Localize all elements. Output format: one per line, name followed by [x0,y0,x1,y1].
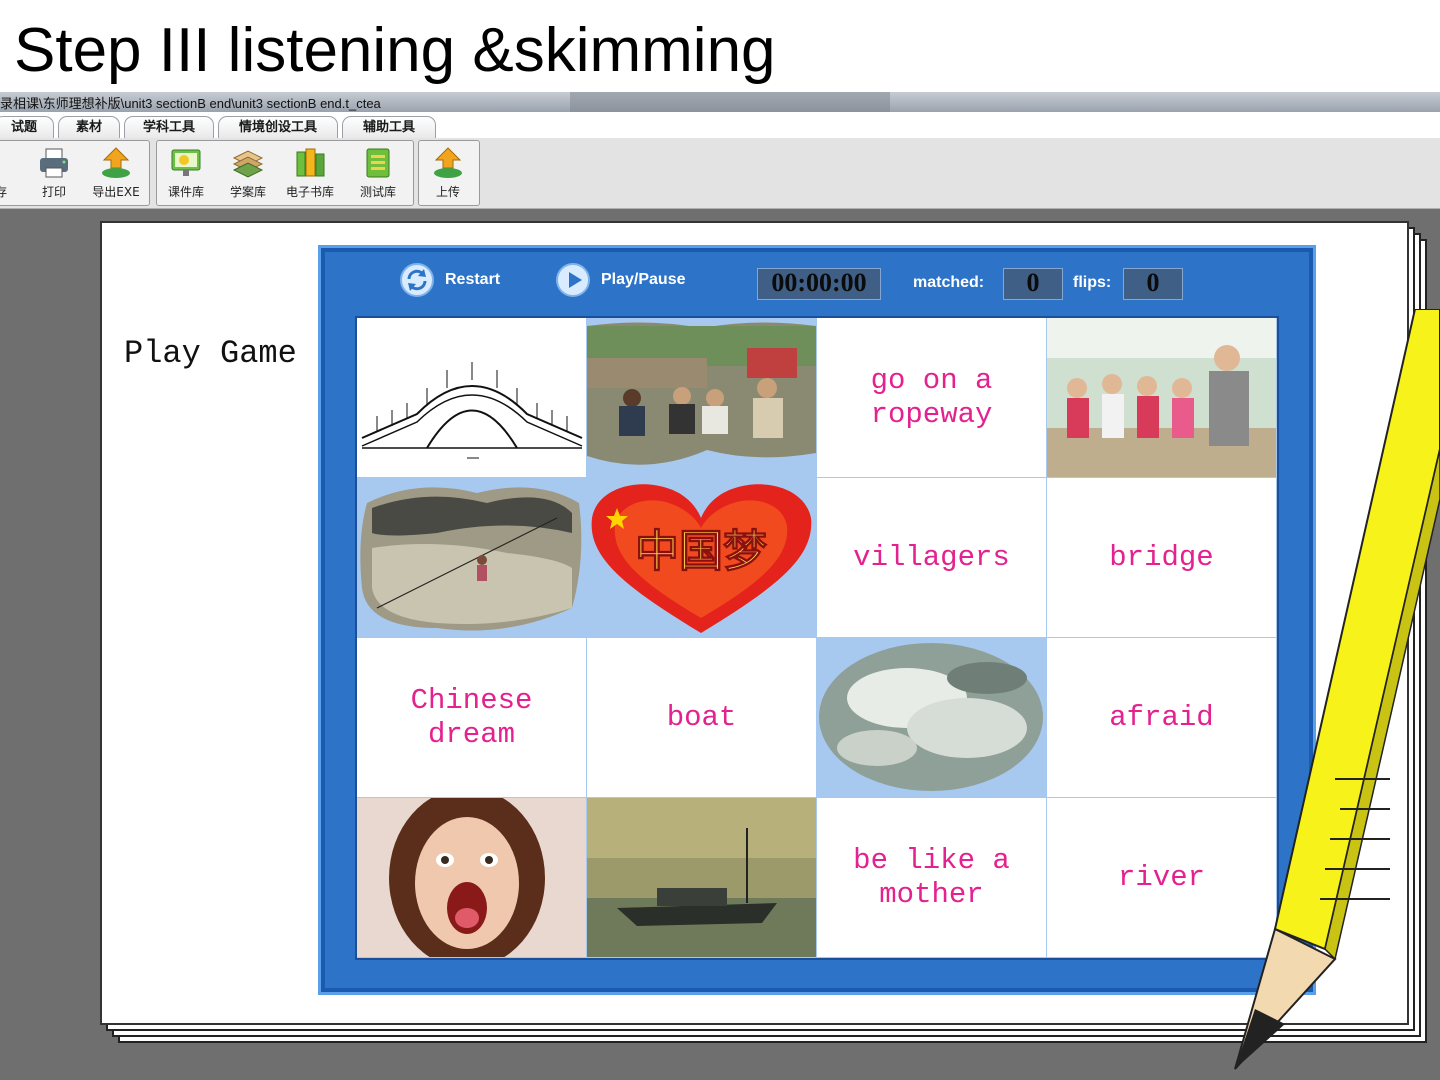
editor-canvas: Play Game Restart Play/Pause 00:00:00 ma… [0,209,1440,1080]
tab-scenario-tools[interactable]: 情境创设工具 [218,116,338,139]
menu-bar: 试题 素材 学科工具 情境创设工具 辅助工具 [0,112,1440,139]
boat-photo-icon [587,798,816,957]
export-exe-icon [102,147,130,178]
play-pause-label: Play/Pause [601,271,686,288]
test-library-icon [366,148,390,178]
ropeway-river-photo-icon [360,487,582,631]
flips-label: flips: [1073,274,1112,291]
study-plan-library-button[interactable]: 学案库 [219,141,277,205]
save-button[interactable]: 存 [0,141,11,205]
ebook-library-button[interactable]: 电子书库 [281,141,339,205]
titlebar-blurred-area [570,92,890,112]
test-library-button[interactable]: 测试库 [349,141,407,205]
print-button[interactable]: 打印 [25,141,83,205]
save-icon [0,146,9,180]
card-chinese-dream-image[interactable]: 中国梦 [587,478,816,637]
card-bridge-image[interactable] [357,318,586,477]
slide-page: Play Game Restart Play/Pause 00:00:00 ma… [100,221,1409,1025]
ebook-library-icon [296,148,325,177]
window-title: 录相课\东师理想补版\unit3 sectionB end\unit3 sect… [0,96,381,111]
card-ropeway-image[interactable] [357,478,586,637]
toolbar-group-file: 存 打印 导出EXE [0,140,150,206]
card-river-image[interactable] [817,638,1046,797]
card-word-be-like-a-mother[interactable]: be like a mother [817,798,1046,957]
tab-subject-tools[interactable]: 学科工具 [124,116,214,139]
play-icon [556,263,590,297]
toolbar-group-libraries: 课件库 学案库 电子书库 测试库 [156,140,414,206]
tab-auxiliary-tools[interactable]: 辅助工具 [342,116,436,139]
export-exe-button[interactable]: 导出EXE [87,141,145,205]
slide-title: Step III listening &skimming [14,16,776,85]
study-plan-library-icon [232,150,264,178]
game-controls: Restart Play/Pause 00:00:00 matched: 0 f… [321,248,1313,312]
courseware-library-button[interactable]: 课件库 [157,141,215,205]
courseware-library-icon [171,149,201,176]
matched-label: matched: [913,274,985,291]
window-titlebar: 录相课\东师理想补版\unit3 sectionB end\unit3 sect… [0,92,1440,112]
afraid-girl-photo-icon [357,798,586,957]
card-villagers-image[interactable] [587,318,816,477]
chinese-dream-heart-icon: 中国梦 [591,484,812,633]
restart-label: Restart [445,271,501,288]
restart-button[interactable]: Restart [399,262,500,298]
card-grid: go on a ropeway 中国梦 villagers bridge Chi… [355,316,1279,960]
restart-icon [400,263,434,297]
toolbar: 存 打印 导出EXE 课件库 学案库 电子书库 测试库 上传 [0,138,1440,209]
printer-icon [40,148,68,178]
play-pause-button[interactable]: Play/Pause [555,262,686,298]
tab-materials[interactable]: 素材 [58,116,120,139]
memory-game: Restart Play/Pause 00:00:00 matched: 0 f… [318,245,1316,995]
upload-icon [434,147,462,178]
villagers-photo-icon [587,322,816,465]
matched-counter: 0 [1003,268,1063,300]
app-window: 录相课\东师理想补版\unit3 sectionB end\unit3 sect… [0,92,1440,1080]
play-game-label: Play Game [124,335,297,372]
card-afraid-girl-image[interactable] [357,798,586,957]
card-word-villagers[interactable]: villagers [817,478,1046,637]
card-word-go-on-a-ropeway[interactable]: go on a ropeway [817,318,1046,477]
bridge-drawing-icon [357,318,586,477]
chinese-dream-caption: 中国梦 [635,526,767,577]
flips-counter: 0 [1123,268,1183,300]
pencil-decoration-icon [1234,309,1440,1070]
tab-questions[interactable]: 试题 [0,116,54,139]
card-word-boat[interactable]: boat [587,638,816,797]
game-timer: 00:00:00 [757,268,881,300]
toolbar-group-upload: 上传 [418,140,480,206]
upload-button[interactable]: 上传 [419,141,477,205]
card-boat-image[interactable] [587,798,816,957]
river-water-photo-icon [819,643,1043,791]
card-word-chinese-dream[interactable]: Chinese dream [357,638,586,797]
